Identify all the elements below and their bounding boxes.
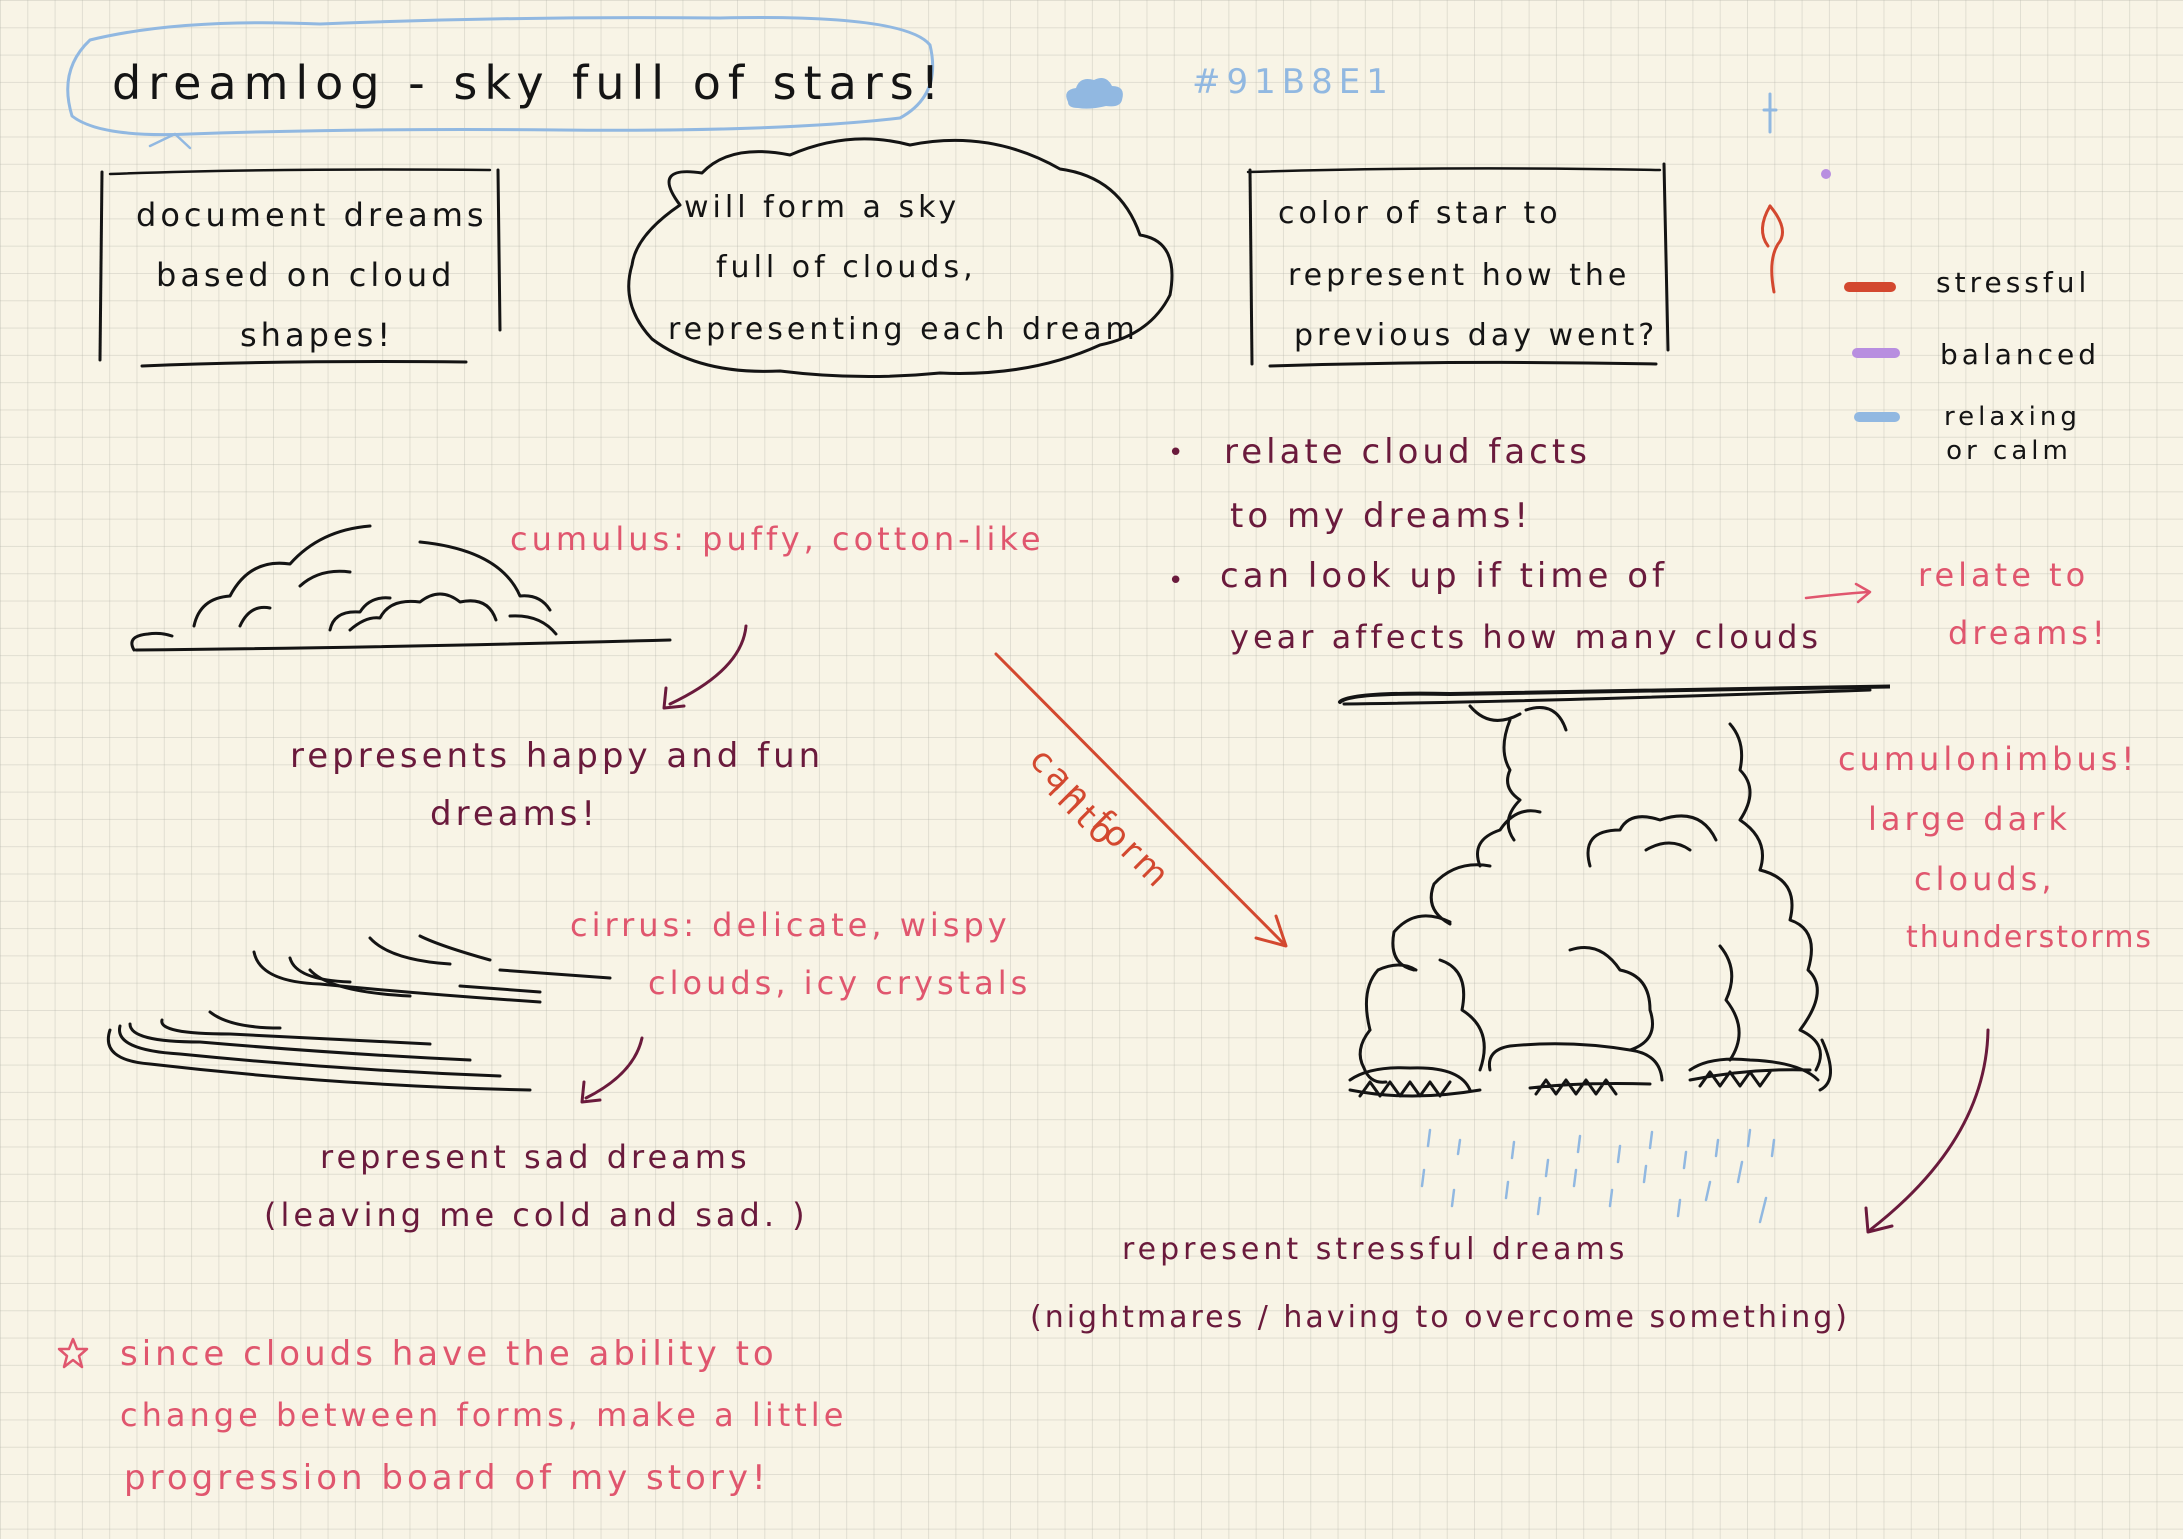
purple-star-icon: [1821, 169, 1831, 179]
legend-swatch-stressful: [1844, 282, 1896, 292]
middle-box-line-2: full of clouds,: [716, 250, 977, 285]
cirrus-arrow: [580, 1036, 644, 1104]
cumulonimbus-meaning-line-1: represent stressful dreams: [1122, 1232, 1629, 1267]
left-box-line-3: shapes!: [240, 316, 395, 354]
cumulus-arrow: [662, 624, 748, 710]
swatch-hex-label: #91B8E1: [1192, 62, 1394, 102]
legend-label-balanced: balanced: [1940, 338, 2101, 371]
blue-cloud-swatch: [1066, 78, 1123, 109]
cirrus-meaning-line-1: represent sad dreams: [320, 1138, 751, 1176]
cumulonimbus-label-line-4: thunderstorms: [1906, 920, 2154, 955]
red-star-icon: [1761, 204, 1784, 294]
bullet-1-line-2: to my dreams!: [1230, 496, 1533, 536]
bullet-dot-2: •: [1168, 566, 1188, 596]
relate-arrow: [1804, 582, 1872, 604]
middle-box-line-3: representing each dream: [668, 312, 1139, 347]
transition-arrow: [994, 652, 1288, 948]
middle-box-line-1: will form a sky: [684, 190, 961, 225]
footnote-line-2: change between forms, make a little: [120, 1396, 848, 1434]
cumulonimbus-cloud-drawing: [1338, 684, 1890, 1224]
bullet-1-line-1: relate cloud facts: [1224, 432, 1591, 472]
relate-note-line-1: relate to: [1918, 556, 2090, 594]
cumulonimbus-label-line-2: large dark: [1868, 800, 2071, 838]
footnote-star-icon: [57, 1337, 89, 1369]
footnote-line-1: since clouds have the ability to: [120, 1334, 778, 1374]
legend-label-relaxing: relaxing or calm: [1944, 402, 2081, 466]
bullet-2-line-1: can look up if time of: [1220, 556, 1668, 596]
right-box-line-2: represent how the: [1288, 258, 1631, 293]
cumulonimbus-label-line-1: cumulonimbus!: [1838, 740, 2139, 778]
cumulus-meaning-line-1: represents happy and fun: [290, 736, 825, 776]
legend-swatch-balanced: [1852, 348, 1900, 358]
left-box-line-1: document dreams: [136, 196, 488, 234]
right-box-line-1: color of star to: [1278, 196, 1562, 231]
left-box-line-2: based on cloud: [156, 256, 456, 294]
bullet-dot-1: •: [1168, 438, 1188, 468]
blue-star-icon: [1762, 92, 1778, 134]
bullet-2-line-2: year affects how many clouds: [1230, 618, 1823, 656]
cumulus-meaning-line-2: dreams!: [430, 794, 600, 834]
cumulonimbus-label-line-3: clouds,: [1914, 860, 2056, 898]
cumulonimbus-meaning-line-2: (nightmares / having to overcome somethi…: [1030, 1300, 1850, 1335]
legend-swatch-relaxing: [1854, 412, 1900, 422]
page-title: dreamlog - sky full of stars!: [112, 56, 947, 110]
cirrus-label-line-2: clouds, icy crystals: [648, 964, 1032, 1002]
cumulus-label: cumulus: puffy, cotton-like: [510, 520, 1045, 558]
cumulonimbus-arrow: [1864, 1028, 1990, 1234]
right-box-line-3: previous day went?: [1294, 318, 1659, 353]
legend-label-stressful: stressful: [1936, 266, 2091, 299]
cirrus-label-line-1: cirrus: delicate, wispy: [570, 906, 1011, 944]
cirrus-meaning-line-2: (leaving me cold and sad. ): [264, 1196, 809, 1234]
cirrus-cloud-drawing: [107, 934, 612, 1092]
footnote-line-3: progression board of my story!: [124, 1458, 770, 1498]
relate-note-line-2: dreams!: [1948, 614, 2109, 652]
